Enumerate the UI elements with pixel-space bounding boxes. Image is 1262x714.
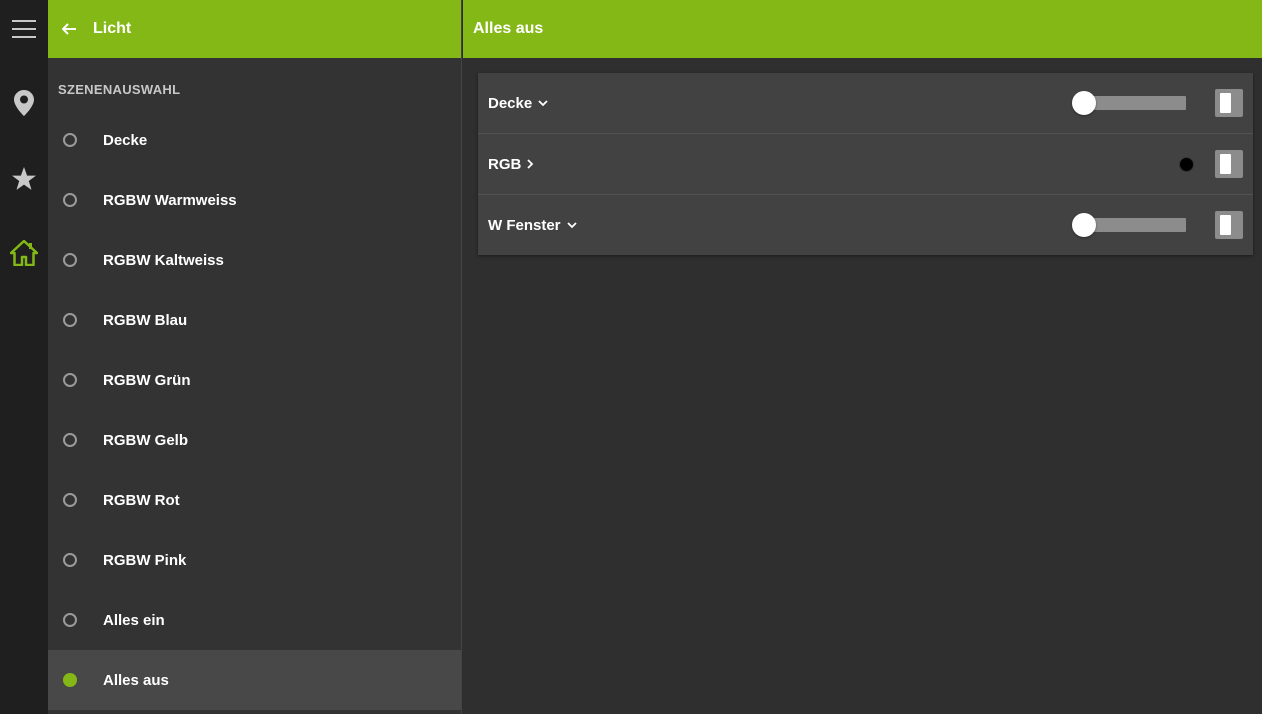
device-expand-w-fenster[interactable]: W Fenster	[488, 217, 577, 234]
power-toggle[interactable]	[1215, 150, 1243, 178]
power-toggle[interactable]	[1215, 211, 1243, 239]
scene-label: RGBW Blau	[103, 311, 188, 329]
scene-item-rgbw-kaltweiss[interactable]: RGBW Kaltweiss	[48, 230, 461, 290]
location-pin-icon	[14, 90, 34, 116]
radio-icon	[63, 253, 77, 267]
home-button[interactable]	[0, 224, 48, 282]
scene-label: RGBW Pink	[103, 551, 187, 569]
radio-selected-icon	[63, 673, 77, 687]
chevron-down-icon	[566, 221, 577, 228]
color-swatch[interactable]	[1179, 157, 1194, 172]
star-icon	[12, 166, 36, 190]
locations-button[interactable]	[0, 74, 48, 132]
scene-detail-header: Alles aus	[463, 0, 1262, 58]
scene-item-rgbw-rot[interactable]: RGBW Rot	[48, 470, 461, 530]
scene-panel-header: Licht	[48, 0, 461, 58]
radio-icon	[63, 493, 77, 507]
dimmer-slider[interactable]	[1072, 91, 1186, 115]
menu-icon	[12, 20, 36, 38]
icon-rail	[0, 0, 48, 714]
scene-label: RGBW Kaltweiss	[103, 251, 224, 269]
device-row-decke: Decke	[478, 73, 1253, 134]
scene-item-rgbw-gelb[interactable]: RGBW Gelb	[48, 410, 461, 470]
scene-item-rgbw-gruen[interactable]: RGBW Grün	[48, 350, 461, 410]
device-expand-decke[interactable]: Decke	[488, 95, 548, 112]
page-title: Licht	[93, 20, 132, 37]
radio-icon	[63, 193, 77, 207]
scene-item-rgbw-blau[interactable]: RGBW Blau	[48, 290, 461, 350]
device-label: Decke	[488, 94, 533, 112]
device-label: RGB	[488, 155, 522, 173]
back-button[interactable]	[60, 20, 78, 38]
scene-label: RGBW Rot	[103, 491, 180, 509]
radio-icon	[63, 553, 77, 567]
dimmer-slider[interactable]	[1072, 213, 1186, 237]
toggle-knob	[1220, 154, 1231, 174]
device-card: Decke RGB W Fenster	[478, 73, 1253, 255]
scene-list: Decke RGBW Warmweiss RGBW Kaltweiss RGBW…	[48, 120, 461, 714]
chevron-right-icon	[527, 159, 534, 169]
scene-label: Alles aus	[103, 671, 169, 689]
home-icon	[10, 240, 38, 266]
radio-icon	[63, 313, 77, 327]
radio-icon	[63, 133, 77, 147]
scene-item-rgbw-warmweiss[interactable]: RGBW Warmweiss	[48, 170, 461, 230]
scene-item-alles-aus[interactable]: Alles aus	[48, 650, 461, 710]
device-row-rgb: RGB	[478, 134, 1253, 195]
power-toggle[interactable]	[1215, 89, 1243, 117]
slider-thumb[interactable]	[1072, 213, 1096, 237]
scene-label: RGBW Gelb	[103, 431, 188, 449]
arrow-left-icon	[62, 23, 76, 35]
scene-item-decke[interactable]: Decke	[48, 110, 461, 170]
radio-icon	[63, 373, 77, 387]
scene-label: RGBW Grün	[103, 371, 191, 389]
radio-icon	[63, 433, 77, 447]
chevron-down-icon	[538, 99, 548, 106]
menu-button[interactable]	[0, 0, 48, 58]
device-row-w-fenster: W Fenster	[478, 195, 1253, 255]
scene-item-alles-ein[interactable]: Alles ein	[48, 590, 461, 650]
favorites-button[interactable]	[0, 150, 48, 208]
scene-label: RGBW Warmweiss	[103, 191, 237, 209]
app-window: Licht SZENENAUSWAHL Decke RGBW Warmweiss…	[0, 0, 1262, 714]
device-expand-rgb[interactable]: RGB	[488, 156, 534, 173]
toggle-knob	[1220, 93, 1231, 113]
scene-item-rgbw-pink[interactable]: RGBW Pink	[48, 530, 461, 590]
scene-panel: Licht SZENENAUSWAHL Decke RGBW Warmweiss…	[48, 0, 462, 714]
device-label: W Fenster	[488, 216, 561, 234]
radio-icon	[63, 613, 77, 627]
scene-detail-panel: Alles aus Decke RGB W Fenster	[463, 0, 1262, 714]
scene-label: Decke	[103, 131, 148, 149]
scene-detail-title: Alles aus	[473, 20, 544, 37]
toggle-knob	[1220, 215, 1231, 235]
slider-thumb[interactable]	[1072, 91, 1096, 115]
scene-label: Alles ein	[103, 611, 165, 629]
